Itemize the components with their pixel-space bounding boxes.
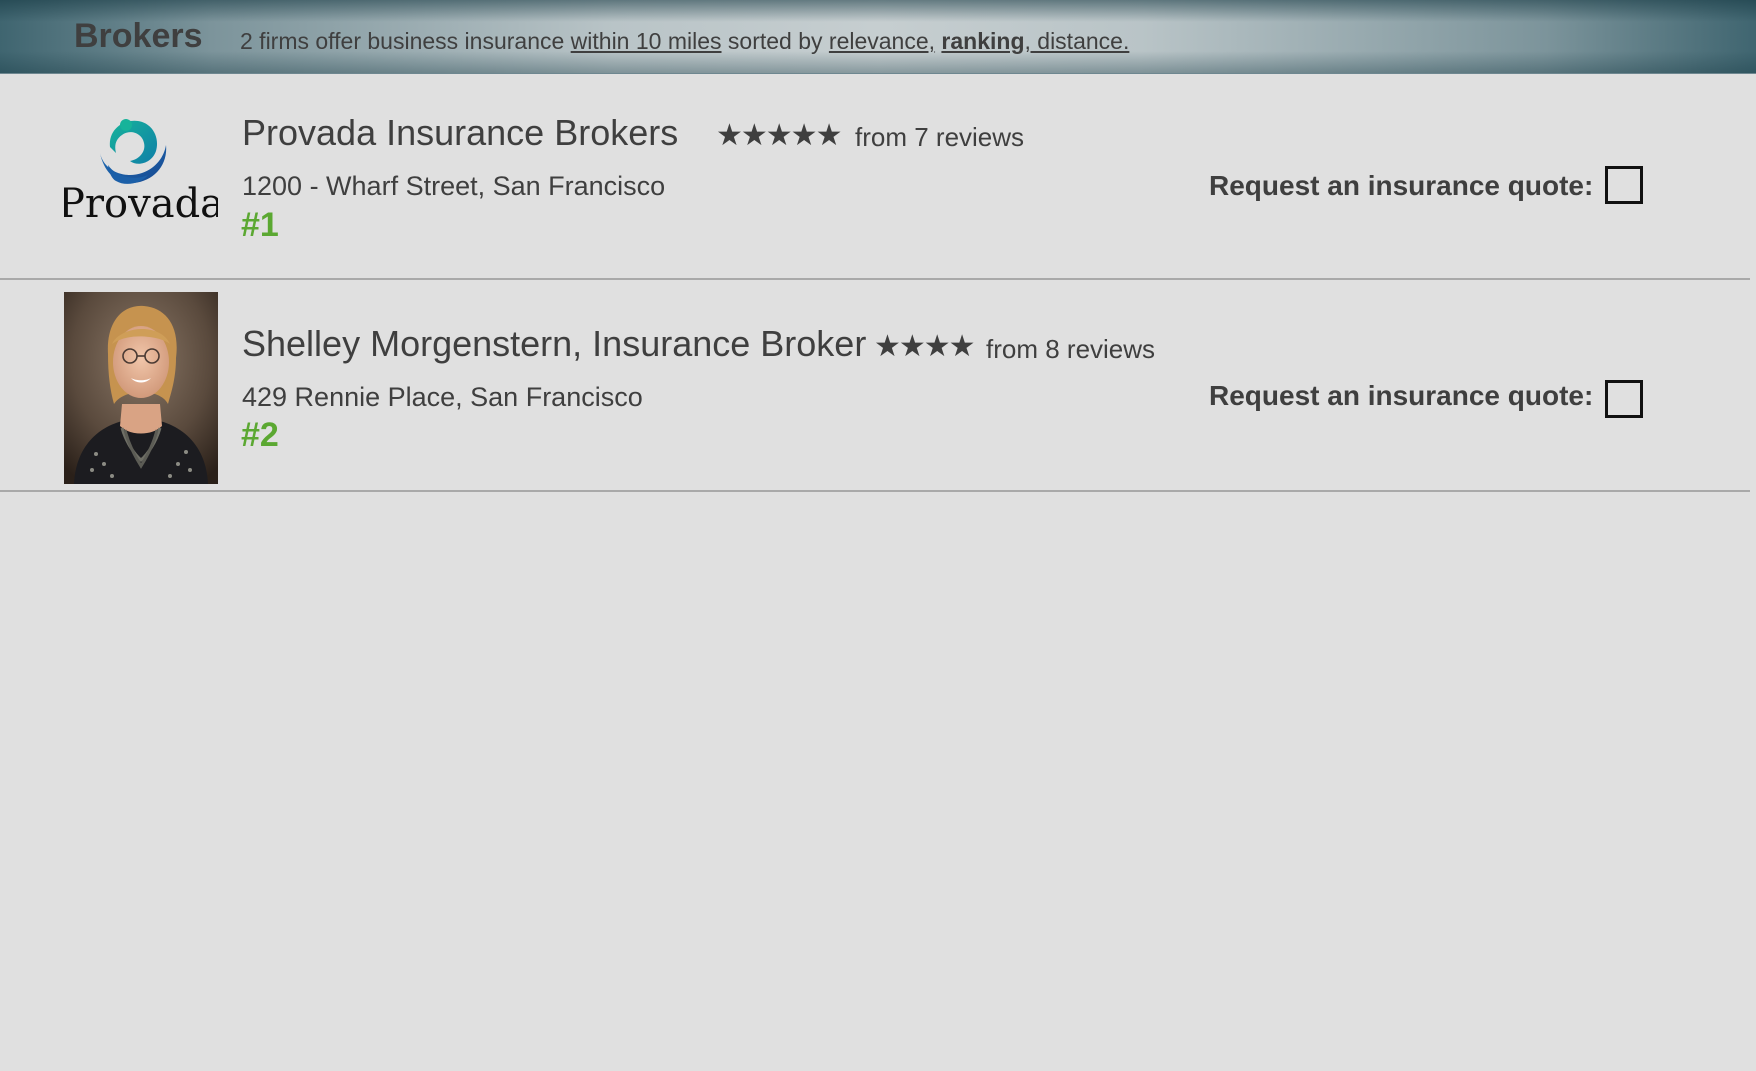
quote-request-label: Request an insurance quote: <box>1209 170 1594 201</box>
star-rating: ★★★★ <box>874 330 976 363</box>
svg-text:Provada: Provada <box>64 181 218 227</box>
broker-row: Provada Provada Insurance Brokers ★★★★★ … <box>0 74 1750 280</box>
sort-distance-link[interactable]: , distance. <box>1025 28 1130 54</box>
star-rating: ★★★★★ <box>716 119 842 152</box>
broker-name[interactable]: Shelley Morgenstern, Insurance Broker <box>242 323 866 365</box>
broker-photo[interactable] <box>64 292 218 484</box>
broker-row: Shelley Morgenstern, Insurance Broker ★★… <box>0 281 1750 492</box>
broker-name[interactable]: Provada Insurance Brokers <box>242 112 678 154</box>
broker-rank: #2 <box>241 416 279 454</box>
results-header: Brokers 2 firms offer business insurance… <box>0 0 1756 74</box>
broker-address: 1200 - Wharf Street, San Francisco <box>242 171 666 201</box>
sort-ranking-link[interactable]: ranking <box>941 28 1024 54</box>
summary-prefix: 2 firms offer business insurance <box>240 28 571 54</box>
results-summary: 2 firms offer business insurance within … <box>240 28 1129 55</box>
review-count[interactable]: from 7 reviews <box>855 122 1024 153</box>
distance-filter-link[interactable]: within 10 miles <box>571 28 722 54</box>
provada-logo[interactable]: Provada <box>64 117 218 229</box>
page-title: Brokers <box>74 17 203 55</box>
broker-rank: #1 <box>241 206 279 244</box>
broker-address: 429 Rennie Place, San Francisco <box>242 382 643 412</box>
quote-request-checkbox[interactable] <box>1605 380 1643 418</box>
sort-relevance-link[interactable]: relevance, <box>829 28 935 54</box>
quote-request-checkbox[interactable] <box>1605 166 1643 204</box>
review-count[interactable]: from 8 reviews <box>986 334 1155 365</box>
quote-request-label: Request an insurance quote: <box>1209 380 1594 411</box>
summary-middle: sorted by <box>721 28 829 54</box>
